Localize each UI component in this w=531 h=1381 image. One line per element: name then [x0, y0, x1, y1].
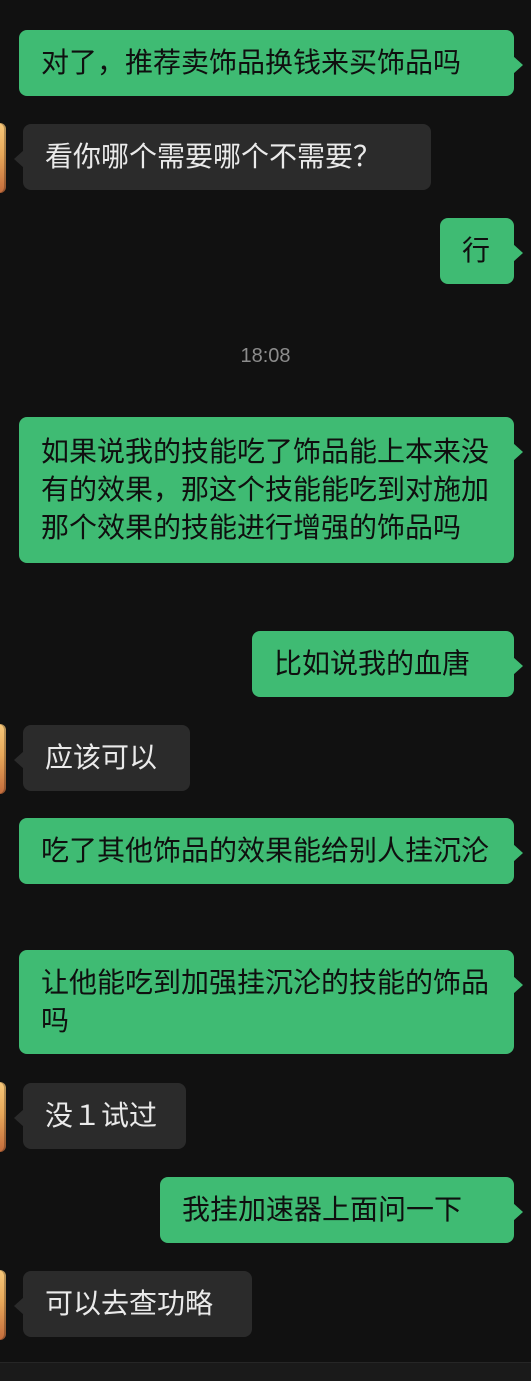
message-bubble-received[interactable]: 可以去查功略: [14, 1271, 252, 1337]
message-bubble-sent[interactable]: 吃了其他饰品的效果能给别人挂沉沦: [19, 818, 523, 884]
message-bubble-sent[interactable]: 比如说我的血唐: [252, 631, 523, 697]
contact-avatar[interactable]: [0, 724, 6, 794]
contact-avatar[interactable]: [0, 1082, 6, 1152]
message-bubble-sent[interactable]: 让他能吃到加强挂沉沦的技能的饰品吗: [19, 950, 523, 1054]
message-timestamp: 18:08: [240, 345, 291, 367]
message-bubble-received[interactable]: 看你哪个需要哪个不需要？: [14, 124, 431, 190]
chat-conversation: 对了，推荐卖饰品换钱来买饰品吗 看你哪个需要哪个不需要？ 行 18:08 如果说…: [0, 0, 531, 1381]
message-bubble-sent[interactable]: 如果说我的技能吃了饰品能上本来没有的效果，那这个技能能吃到对施加那个效果的技能进…: [19, 417, 523, 563]
contact-avatar[interactable]: [0, 123, 6, 193]
message-bubble-sent[interactable]: 对了，推荐卖饰品换钱来买饰品吗: [19, 30, 523, 96]
message-bubble-sent[interactable]: 我挂加速器上面问一下: [160, 1177, 523, 1243]
message-bubble-received[interactable]: 应该可以: [14, 725, 190, 791]
input-bar-edge: [0, 1362, 531, 1381]
message-bubble-received[interactable]: 没１试过: [14, 1083, 186, 1149]
message-bubble-sent[interactable]: 行: [440, 218, 523, 284]
contact-avatar[interactable]: [0, 1270, 6, 1340]
